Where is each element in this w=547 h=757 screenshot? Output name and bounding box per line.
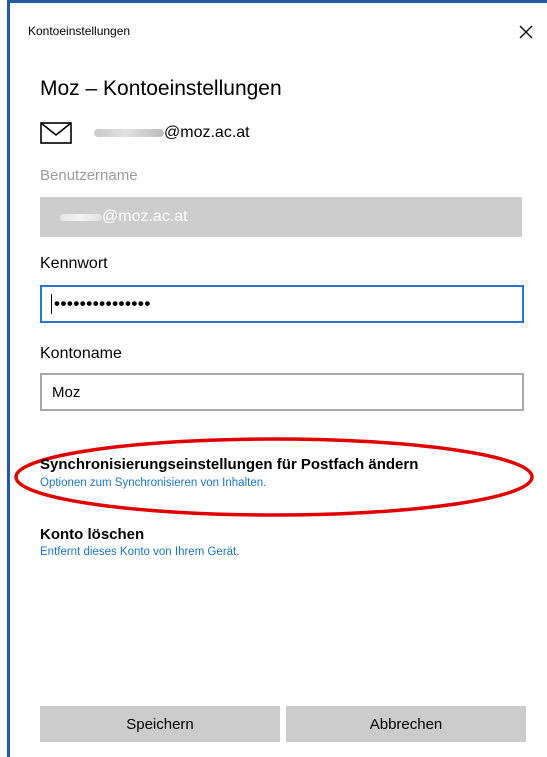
sync-settings-title[interactable]: Synchronisierungseinstellungen für Postf…	[40, 456, 418, 473]
account-email-domain: @moz.ac.at	[164, 124, 250, 141]
delete-account-title[interactable]: Konto löschen	[40, 526, 144, 543]
username-redacted	[60, 213, 102, 221]
cancel-button[interactable]: Abbrechen	[286, 706, 526, 742]
account-name-label: Kontoname	[40, 345, 122, 362]
close-icon	[519, 25, 533, 39]
username-label: Benutzername	[40, 167, 138, 184]
password-label: Kennwort	[40, 255, 108, 272]
password-field[interactable]: •••••••••••••••	[40, 285, 524, 323]
email-redacted	[94, 129, 164, 137]
account-name-value: Moz	[52, 383, 81, 401]
save-button[interactable]: Speichern	[40, 706, 280, 742]
account-settings-dialog: Kontoeinstellungen Moz – Kontoeinstellun…	[12, 3, 547, 757]
window-title: Kontoeinstellungen	[28, 24, 131, 38]
account-name-field[interactable]: Moz	[40, 373, 524, 411]
sync-settings-link[interactable]: Optionen zum Synchronisieren von Inhalte…	[40, 477, 266, 489]
page-title: Moz – Kontoeinstellungen	[40, 77, 282, 100]
window-left-border	[7, 0, 10, 757]
delete-account-link[interactable]: Entfernt dieses Konto von Ihrem Gerät.	[40, 546, 239, 558]
account-email-row: @moz.ac.at	[40, 121, 250, 145]
username-domain: @moz.ac.at	[102, 208, 188, 225]
text-caret	[51, 294, 52, 314]
mail-icon	[40, 122, 72, 144]
close-button[interactable]	[511, 17, 541, 47]
password-value: •••••••••••••••	[54, 294, 151, 313]
username-field: @moz.ac.at	[40, 197, 522, 237]
